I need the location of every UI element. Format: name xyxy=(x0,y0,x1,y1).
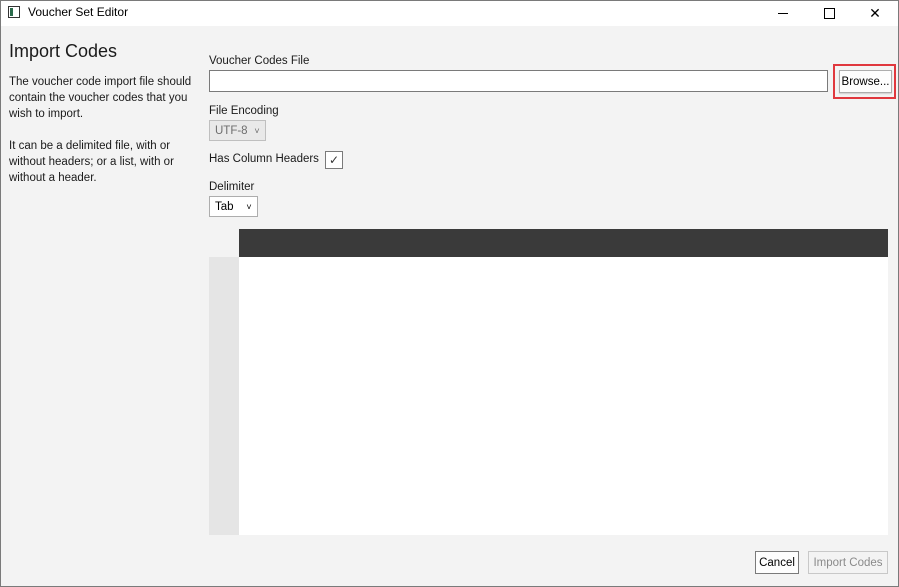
grid-row-header xyxy=(209,257,239,535)
voucher-codes-file-input[interactable] xyxy=(209,70,828,92)
maximize-button[interactable] xyxy=(806,1,852,26)
voucher-set-editor-window: Voucher Set Editor ✕ Import Codes The vo… xyxy=(0,0,899,587)
maximize-icon xyxy=(823,8,835,19)
has-column-headers-checkbox[interactable]: ✓ xyxy=(325,151,343,169)
checkmark-icon: ✓ xyxy=(328,153,340,167)
grid-corner xyxy=(209,229,239,257)
chevron-down-icon: ˅ xyxy=(254,125,260,136)
file-encoding-label: File Encoding xyxy=(209,105,279,117)
browse-button[interactable]: Browse... xyxy=(839,70,892,93)
delimiter-value: Tab xyxy=(215,200,234,213)
import-codes-button[interactable]: Import Codes xyxy=(808,551,888,574)
page-title: Import Codes xyxy=(9,41,118,61)
import-description: The voucher code import file should cont… xyxy=(9,74,194,202)
app-icon xyxy=(8,6,20,18)
file-encoding-select[interactable]: UTF-8 ˅ xyxy=(209,120,266,141)
file-encoding-value: UTF-8 xyxy=(215,124,248,137)
title-bar: Voucher Set Editor ✕ xyxy=(1,1,898,26)
delimiter-select[interactable]: Tab ˅ xyxy=(209,196,258,217)
description-paragraph: The voucher code import file should cont… xyxy=(9,76,192,120)
minimize-icon xyxy=(778,13,788,14)
description-paragraph: It can be a delimited file, with or with… xyxy=(9,140,174,184)
import-preview-grid[interactable] xyxy=(209,229,888,535)
grid-column-header xyxy=(239,229,888,257)
close-button[interactable]: ✕ xyxy=(852,1,898,26)
minimize-button[interactable] xyxy=(760,1,806,26)
delimiter-label: Delimiter xyxy=(209,181,255,193)
close-icon: ✕ xyxy=(869,5,881,21)
chevron-down-icon: ˅ xyxy=(246,201,252,212)
cancel-button[interactable]: Cancel xyxy=(755,551,799,574)
window-title: Voucher Set Editor xyxy=(28,5,129,19)
voucher-codes-file-label: Voucher Codes File xyxy=(209,55,310,67)
has-column-headers-label: Has Column Headers xyxy=(209,153,319,165)
